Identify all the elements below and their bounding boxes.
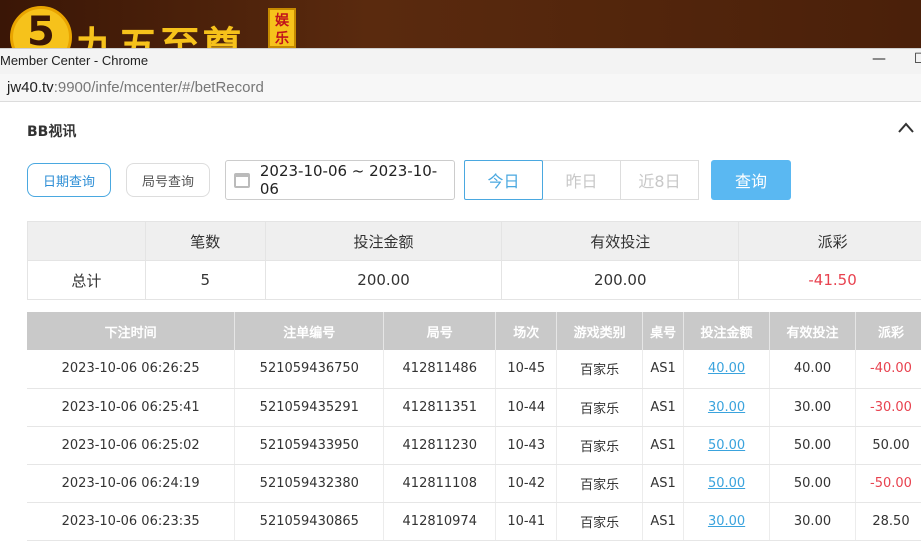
header-payout: 派彩 xyxy=(855,312,921,350)
quick-range-today[interactable]: 今日 xyxy=(464,160,543,200)
quick-range-group: 今日 昨日 近8日 xyxy=(464,160,699,200)
cell-bet-time: 2023-10-06 06:25:41 xyxy=(27,388,236,427)
cell-session: 10-43 xyxy=(495,426,558,465)
summary-header-cell: 派彩 xyxy=(738,221,921,261)
cell-valid-bet: 30.00 xyxy=(769,502,856,541)
cell-round-id: 412811108 xyxy=(383,464,497,503)
quick-range-last8days[interactable]: 近8日 xyxy=(620,160,699,200)
cell-table-no: AS1 xyxy=(642,350,685,389)
cell-session: 10-45 xyxy=(495,350,558,389)
query-button[interactable]: 查询 xyxy=(711,160,791,200)
cell-valid-bet: 50.00 xyxy=(769,464,856,503)
cell-session: 10-42 xyxy=(495,464,558,503)
round-query-tab[interactable]: 局号查询 xyxy=(126,163,210,197)
bet-amount-link[interactable]: 30.00 xyxy=(683,502,771,541)
window-titlebar: Member Center - Chrome — ☐ xyxy=(0,48,921,74)
cell-payout: 28.50 xyxy=(855,502,921,541)
cell-round-id: 412811230 xyxy=(383,426,497,465)
cell-round-id: 412811351 xyxy=(383,388,497,427)
bet-records-table: 下注时间 注单编号 局号 场次 游戏类别 桌号 投注金额 有效投注 派彩 202… xyxy=(27,312,921,541)
table-row: 2023-10-06 06:24:19 521059432380 4128111… xyxy=(27,464,921,503)
window-title: Member Center - Chrome xyxy=(0,53,149,68)
cell-payout: -40.00 xyxy=(855,350,921,389)
summary-header-cell: 有效投注 xyxy=(501,221,740,261)
url-text[interactable]: jw40.tv:9900/infe/mcenter/#/betRecord xyxy=(7,79,264,96)
cell-table-no: AS1 xyxy=(642,464,685,503)
records-header-row: 下注时间 注单编号 局号 场次 游戏类别 桌号 投注金额 有效投注 派彩 xyxy=(27,312,921,350)
quick-range-yesterday[interactable]: 昨日 xyxy=(542,160,621,200)
cell-session: 10-44 xyxy=(495,388,558,427)
summary-cell: 5 xyxy=(144,260,266,300)
date-query-tab[interactable]: 日期查询 xyxy=(27,163,111,197)
cell-table-no: AS1 xyxy=(642,388,685,427)
table-row: 2023-10-06 06:26:25 521059436750 4128114… xyxy=(27,350,921,389)
logo-badge: 娱乐 xyxy=(268,8,296,48)
cell-valid-bet: 50.00 xyxy=(769,426,856,465)
address-bar[interactable]: jw40.tv:9900/infe/mcenter/#/betRecord xyxy=(0,74,921,102)
cell-game-type: 百家乐 xyxy=(556,426,644,465)
cell-table-no: AS1 xyxy=(642,502,685,541)
cell-bet-id: 521059432380 xyxy=(234,464,385,503)
cell-bet-id: 521059430865 xyxy=(234,502,385,541)
logo-icon: 5 xyxy=(10,6,72,48)
header-table-no: 桌号 xyxy=(642,312,685,350)
cell-bet-time: 2023-10-06 06:23:35 xyxy=(27,502,236,541)
cell-bet-time: 2023-10-06 06:26:25 xyxy=(27,350,236,389)
cell-payout: 50.00 xyxy=(855,426,921,465)
date-range-value: 2023-10-06 ~ 2023-10-06 xyxy=(259,162,438,198)
header-bet-amount: 投注金额 xyxy=(683,312,771,350)
date-range-input[interactable]: 2023-10-06 ~ 2023-10-06 xyxy=(225,160,455,200)
chevron-up-icon[interactable] xyxy=(896,118,916,138)
minimize-button[interactable]: — xyxy=(872,51,886,67)
summary-cell: 200.00 xyxy=(264,260,503,300)
table-row: 2023-10-06 06:23:35 521059430865 4128109… xyxy=(27,502,921,541)
cell-bet-id: 521059436750 xyxy=(234,350,385,389)
header-valid-bet: 有效投注 xyxy=(769,312,856,350)
summary-header-cell xyxy=(27,221,146,261)
cell-game-type: 百家乐 xyxy=(556,388,644,427)
table-row: 2023-10-06 06:25:41 521059435291 4128113… xyxy=(27,388,921,427)
cell-game-type: 百家乐 xyxy=(556,502,644,541)
header-bet-id: 注单编号 xyxy=(234,312,385,350)
summary-header-cell: 投注金额 xyxy=(264,221,503,261)
cell-round-id: 412811486 xyxy=(383,350,497,389)
url-host: jw40.tv xyxy=(7,79,54,96)
summary-header-cell: 笔数 xyxy=(144,221,266,261)
logo-text: 九五至尊 xyxy=(76,23,244,48)
calendar-icon xyxy=(234,172,250,188)
header-round-id: 局号 xyxy=(383,312,497,350)
bet-amount-link[interactable]: 30.00 xyxy=(683,388,771,427)
cell-round-id: 412810974 xyxy=(383,502,497,541)
bet-amount-link[interactable]: 50.00 xyxy=(683,464,771,503)
cell-game-type: 百家乐 xyxy=(556,464,644,503)
url-path: :9900/infe/mcenter/#/betRecord xyxy=(53,79,264,96)
summary-cell: 200.00 xyxy=(501,260,740,300)
cell-valid-bet: 40.00 xyxy=(769,350,856,389)
cell-session: 10-41 xyxy=(495,502,558,541)
bet-amount-link[interactable]: 40.00 xyxy=(683,350,771,389)
summary-cell: -41.50 xyxy=(738,260,921,300)
header-bet-time: 下注时间 xyxy=(27,312,236,350)
section-title: BB视讯 xyxy=(27,124,77,140)
cell-payout: -30.00 xyxy=(855,388,921,427)
summary-total-row: 总计 5 200.00 200.00 -41.50 xyxy=(27,260,921,300)
summary-cell: 总计 xyxy=(27,260,146,300)
bet-amount-link[interactable]: 50.00 xyxy=(683,426,771,465)
summary-table: 笔数 投注金额 有效投注 派彩 总计 5 200.00 200.00 -41.5… xyxy=(27,221,921,300)
cell-payout: -50.00 xyxy=(855,464,921,503)
cell-game-type: 百家乐 xyxy=(556,350,644,389)
cell-bet-time: 2023-10-06 06:24:19 xyxy=(27,464,236,503)
cell-table-no: AS1 xyxy=(642,426,685,465)
cell-bet-time: 2023-10-06 06:25:02 xyxy=(27,426,236,465)
logo-number: 5 xyxy=(27,9,55,48)
cell-bet-id: 521059435291 xyxy=(234,388,385,427)
header-session: 场次 xyxy=(495,312,558,350)
cell-bet-id: 521059433950 xyxy=(234,426,385,465)
header-game-type: 游戏类别 xyxy=(556,312,644,350)
site-banner: 5 九五至尊 娱乐 xyxy=(0,0,921,48)
maximize-button[interactable]: ☐ xyxy=(914,51,921,67)
table-row: 2023-10-06 06:25:02 521059433950 4128112… xyxy=(27,426,921,465)
summary-header-row: 笔数 投注金额 有效投注 派彩 xyxy=(27,221,921,261)
cell-valid-bet: 30.00 xyxy=(769,388,856,427)
